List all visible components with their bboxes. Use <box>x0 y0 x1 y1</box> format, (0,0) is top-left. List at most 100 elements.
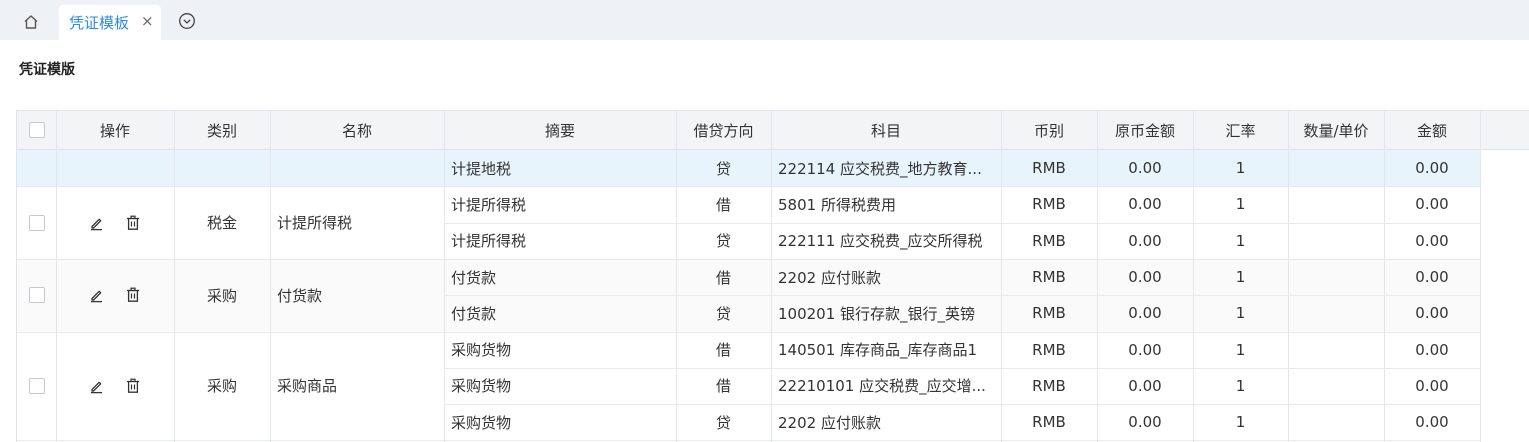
cell-qty-price <box>1288 368 1384 404</box>
cell-orig-amount: 0.00 <box>1128 376 1162 395</box>
cell-amount: 0.00 <box>1415 376 1449 395</box>
tab-label: 凭证模板 <box>69 14 130 32</box>
cell-direction: 借 <box>715 341 731 360</box>
cell-qty-price <box>1288 223 1384 259</box>
cell-account: 222111 应交税费_应交所得税 <box>778 232 983 251</box>
cell-account: 2202 应付账款 <box>778 413 881 432</box>
cell-currency: RMB <box>1032 195 1066 214</box>
header-orig-amount: 原币金额 <box>1114 122 1175 140</box>
column-divider <box>56 111 57 442</box>
edit-icon[interactable] <box>87 285 107 305</box>
cell-qty-price <box>1288 295 1384 331</box>
delete-icon[interactable] <box>123 376 143 396</box>
cell-currency: RMB <box>1032 376 1066 395</box>
cell-qty-price <box>1288 259 1384 295</box>
tab-bar: 凭证模板 × <box>0 0 1529 40</box>
cell-category: 采购 <box>206 377 237 396</box>
cell-direction: 贷 <box>715 413 731 432</box>
cell-account: 140501 库存商品_库存商品1 <box>778 341 978 360</box>
cell-amount: 0.00 <box>1415 413 1449 432</box>
cell-rate: 1 <box>1235 304 1246 323</box>
home-icon <box>24 14 38 29</box>
delete-icon[interactable] <box>123 285 143 305</box>
cell-currency: RMB <box>1032 159 1066 178</box>
voucher-template-table: 操作 类别 名称 摘要 借贷方向 科目 币别 原币金额 汇率 数量/单价 金额 … <box>16 110 1529 442</box>
select-all-checkbox[interactable] <box>29 122 45 138</box>
cell-orig-amount: 0.00 <box>1128 159 1162 178</box>
cell-currency: RMB <box>1032 231 1066 250</box>
cell-amount: 0.00 <box>1415 159 1449 178</box>
edit-icon[interactable] <box>87 213 107 233</box>
cell-amount: 0.00 <box>1415 268 1449 287</box>
header-account: 科目 <box>870 122 901 140</box>
cell-orig-amount: 0.00 <box>1128 304 1162 323</box>
cell-direction: 贷 <box>715 304 731 323</box>
cell-direction: 借 <box>715 377 731 396</box>
cell-summary: 付货款 <box>451 268 497 287</box>
cell-orig-amount: 0.00 <box>1128 195 1162 214</box>
chevron-down-circle-icon[interactable] <box>178 12 196 30</box>
cell-summary: 采购货物 <box>451 341 512 360</box>
cell-rate: 1 <box>1235 195 1246 214</box>
tab-voucher-template[interactable]: 凭证模板 × <box>59 5 161 40</box>
header-amount: 金额 <box>1416 122 1447 140</box>
header-category: 类别 <box>206 122 237 140</box>
cell-direction: 贷 <box>715 159 731 178</box>
column-divider <box>1480 111 1481 442</box>
cell-qty-price <box>1288 186 1384 222</box>
cell-direction: 借 <box>715 268 731 287</box>
cell-orig-amount: 0.00 <box>1128 231 1162 250</box>
cell-orig-amount: 0.00 <box>1128 413 1162 432</box>
cell-amount: 0.00 <box>1415 340 1449 359</box>
header-qty-price: 数量/单价 <box>1303 122 1369 140</box>
cell-account: 100201 银行存款_银行_英镑 <box>778 304 976 323</box>
row-checkbox[interactable] <box>29 214 45 231</box>
cell-currency: RMB <box>1032 268 1066 287</box>
cell-account: 22210101 应交税费_应交增... <box>778 377 986 396</box>
edit-icon[interactable] <box>87 376 107 396</box>
cell-summary: 付货款 <box>451 304 497 323</box>
cell-direction: 借 <box>715 195 731 214</box>
header-op: 操作 <box>99 122 130 140</box>
cell-summary: 计提所得税 <box>451 232 527 251</box>
cell-category: 税金 <box>206 214 237 233</box>
cell-account: 5801 所得税费用 <box>778 195 896 214</box>
row-checkbox[interactable] <box>29 287 45 304</box>
row-checkbox[interactable] <box>29 377 45 394</box>
cell-orig-amount: 0.00 <box>1128 268 1162 287</box>
cell-summary: 计提地税 <box>451 159 512 178</box>
table-header: 操作 类别 名称 摘要 借贷方向 科目 币别 原币金额 汇率 数量/单价 金额 <box>17 111 1529 150</box>
cell-direction: 贷 <box>715 232 731 251</box>
header-name: 名称 <box>341 122 372 140</box>
header-currency: 币别 <box>1033 122 1064 140</box>
cell-amount: 0.00 <box>1415 304 1449 323</box>
row-divider <box>17 440 1480 442</box>
home-tab[interactable] <box>12 7 50 36</box>
close-icon[interactable]: × <box>141 12 154 30</box>
cell-qty-price <box>1288 150 1384 186</box>
delete-icon[interactable] <box>123 213 143 233</box>
cell-category: 采购 <box>206 286 237 305</box>
header-summary: 摘要 <box>544 122 575 140</box>
cell-amount: 0.00 <box>1415 231 1449 250</box>
page-title: 凭证模版 <box>19 62 75 78</box>
header-rate: 汇率 <box>1225 122 1256 140</box>
cell-name: 计提所得税 <box>277 214 353 233</box>
cell-summary: 计提所得税 <box>451 195 527 214</box>
cell-rate: 1 <box>1235 376 1246 395</box>
cell-summary: 采购货物 <box>451 377 512 396</box>
header-direction: 借贷方向 <box>693 122 754 140</box>
cell-currency: RMB <box>1032 340 1066 359</box>
cell-account: 222114 应交税费_地方教育... <box>778 159 982 178</box>
cell-currency: RMB <box>1032 413 1066 432</box>
cell-name: 采购商品 <box>277 377 338 396</box>
cell-name: 付货款 <box>277 286 323 305</box>
cell-rate: 1 <box>1235 159 1246 178</box>
cell-rate: 1 <box>1235 340 1246 359</box>
cell-rate: 1 <box>1235 268 1246 287</box>
cell-qty-price <box>1288 332 1384 368</box>
cell-rate: 1 <box>1235 413 1246 432</box>
cell-amount: 0.00 <box>1415 195 1449 214</box>
cell-currency: RMB <box>1032 304 1066 323</box>
cell-orig-amount: 0.00 <box>1128 340 1162 359</box>
